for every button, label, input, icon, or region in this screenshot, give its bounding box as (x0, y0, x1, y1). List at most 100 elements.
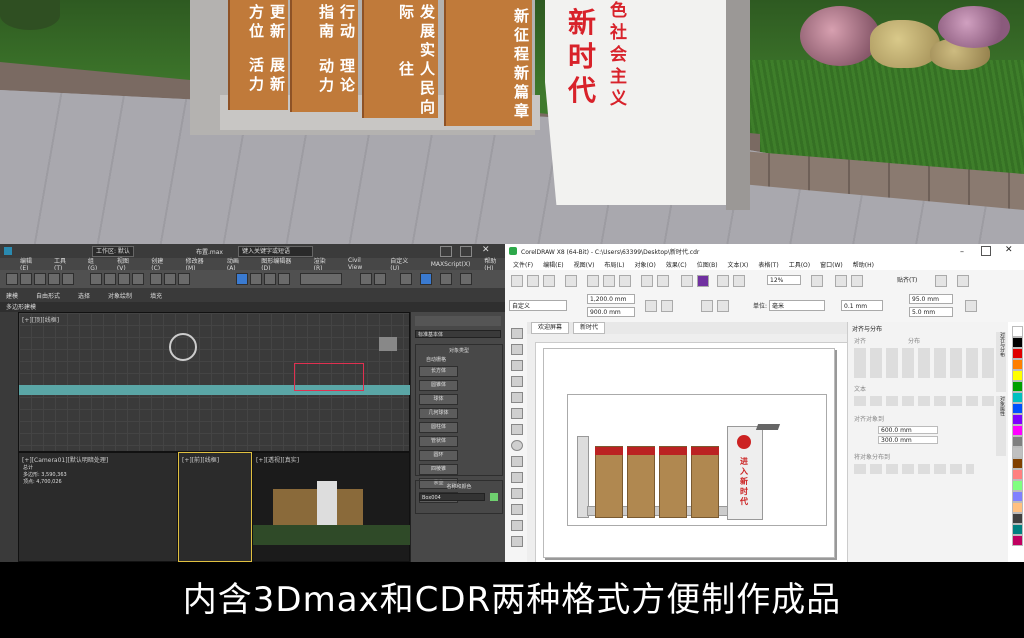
menu-item[interactable]: 文件(F) (513, 260, 533, 269)
palette-swatch[interactable] (1012, 513, 1023, 524)
menu-item[interactable]: 位图(B) (697, 260, 718, 269)
mirror-icon[interactable] (360, 273, 372, 285)
object-color-swatch[interactable] (490, 493, 498, 501)
print-icon[interactable] (565, 275, 577, 287)
page-preset-dropdown[interactable]: 自定义 (509, 300, 567, 311)
rectangle-tool-icon[interactable] (511, 424, 523, 435)
artistic-media-icon[interactable] (511, 408, 523, 419)
maximize-icon[interactable] (460, 246, 472, 257)
scale-icon[interactable] (178, 273, 190, 285)
render-icon[interactable] (460, 273, 472, 285)
import-icon[interactable] (717, 275, 729, 287)
palette-swatch[interactable] (1012, 359, 1023, 370)
menu-item[interactable]: MAXScript(X) (431, 261, 471, 268)
palette-swatch[interactable] (1012, 447, 1023, 458)
zoom-level-dropdown[interactable]: 12% (767, 275, 801, 285)
select-by-name-icon[interactable] (104, 273, 116, 285)
cut-icon[interactable] (587, 275, 599, 287)
page-options-icon[interactable] (965, 300, 977, 312)
paste-icon[interactable] (619, 275, 631, 287)
parallel-dimension-icon[interactable] (511, 488, 523, 499)
primitive-button[interactable]: 圆锥体 (419, 380, 458, 391)
palette-swatch[interactable] (1012, 535, 1023, 546)
eyedropper-icon[interactable] (511, 536, 523, 547)
ribbon-tab[interactable]: 自由形式 (36, 291, 60, 300)
connector-tool-icon[interactable] (511, 504, 523, 515)
menu-item[interactable]: 对象(O) (634, 260, 655, 269)
align-buttons[interactable] (854, 348, 994, 378)
region-icon[interactable] (118, 273, 130, 285)
docker-tab-properties[interactable]: 对象属性 (996, 396, 1006, 456)
distribute-buttons[interactable] (854, 464, 974, 474)
palette-swatch[interactable] (1012, 524, 1023, 535)
ribbon-tab[interactable]: 选择 (78, 291, 90, 300)
select-icon[interactable] (90, 273, 102, 285)
close-icon[interactable]: ✕ (1005, 245, 1013, 255)
options-gear-icon[interactable] (935, 275, 947, 287)
menu-item[interactable]: 窗口(W) (820, 260, 843, 269)
palette-swatch[interactable] (1012, 348, 1023, 359)
rulers-icon[interactable] (835, 275, 847, 287)
primitive-dropdown[interactable]: 标准基本体 (415, 330, 501, 338)
command-panel-tabs[interactable] (415, 316, 501, 326)
palette-swatch[interactable] (1012, 502, 1023, 513)
redo-icon[interactable] (20, 273, 32, 285)
tab-welcome[interactable]: 欢迎屏幕 (531, 322, 570, 334)
crop-tool-icon[interactable] (511, 360, 523, 371)
ribbon-tab[interactable]: 对象绘制 (108, 291, 132, 300)
angle-snap-icon[interactable] (250, 273, 262, 285)
ribbon-tab[interactable]: 建模 (6, 291, 18, 300)
snap-to-dropdown[interactable]: 贴齐(T) (897, 275, 917, 284)
portrait-icon[interactable] (645, 300, 657, 312)
text-tool-icon[interactable] (511, 472, 523, 483)
align-x-input[interactable]: 600.0 mm (878, 426, 938, 434)
menu-item[interactable]: 工具(O) (789, 260, 810, 269)
primitive-button[interactable]: 圆柱体 (419, 422, 458, 433)
menu-item[interactable]: 效果(C) (666, 260, 687, 269)
landscape-icon[interactable] (661, 300, 673, 312)
duplicate-x-input[interactable]: 95.0 mm (909, 294, 953, 304)
copy-icon[interactable] (603, 275, 615, 287)
viewport-perspective[interactable]: [+][透视][真实] (252, 452, 411, 562)
full-screen-icon[interactable] (811, 275, 823, 287)
launch-icon[interactable] (957, 275, 969, 287)
minimize-icon[interactable] (440, 246, 452, 257)
undo-icon[interactable] (641, 275, 653, 287)
palette-swatch[interactable] (1012, 381, 1023, 392)
units-dropdown[interactable]: 毫米 (769, 300, 825, 311)
duplicate-y-input[interactable]: 5.0 mm (909, 307, 953, 317)
move-icon[interactable] (150, 273, 162, 285)
corel-connect-icon[interactable] (697, 275, 709, 287)
pick-tool-icon[interactable] (511, 328, 523, 339)
ellipse-tool-icon[interactable] (511, 440, 523, 451)
current-page-icon[interactable] (717, 300, 729, 312)
window-crossing-icon[interactable] (132, 273, 144, 285)
viewport-camera[interactable]: [+][前][线框] (178, 452, 252, 562)
nudge-distance-input[interactable]: 0.1 mm (841, 300, 883, 311)
viewport-top[interactable]: [+][顶][线框] (18, 312, 411, 452)
align-icon[interactable] (374, 273, 386, 285)
grid-icon[interactable] (851, 275, 863, 287)
link-icon[interactable] (34, 273, 46, 285)
text-align-buttons[interactable] (854, 396, 994, 406)
render-setup-icon[interactable] (420, 273, 432, 285)
primitive-button[interactable]: 长方体 (419, 366, 458, 377)
viewport-front[interactable]: [+][Camera01][默认明暗处理] 总计 多边形: 3,590,363 … (18, 452, 178, 562)
page-width-input[interactable]: 1,200.0 mm (587, 294, 635, 304)
zoom-tool-icon[interactable] (511, 376, 523, 387)
freehand-tool-icon[interactable] (511, 392, 523, 403)
drawing-canvas[interactable]: 进入新时代 (527, 334, 847, 562)
polygon-tool-icon[interactable] (511, 456, 523, 467)
maximize-icon[interactable] (981, 246, 991, 256)
material-editor-icon[interactable] (400, 273, 412, 285)
selection-set-dropdown[interactable] (300, 273, 342, 285)
ribbon-tab[interactable]: 填充 (150, 291, 162, 300)
primitive-button[interactable]: 四棱锥 (419, 464, 458, 475)
palette-swatch[interactable] (1012, 469, 1023, 480)
rotate-icon[interactable] (164, 273, 176, 285)
palette-swatch[interactable] (1012, 458, 1023, 469)
bind-icon[interactable] (62, 273, 74, 285)
redo-icon[interactable] (657, 275, 669, 287)
close-icon[interactable]: ✕ (482, 245, 490, 255)
docker-tab-align[interactable]: 对齐与分布 (996, 332, 1006, 392)
